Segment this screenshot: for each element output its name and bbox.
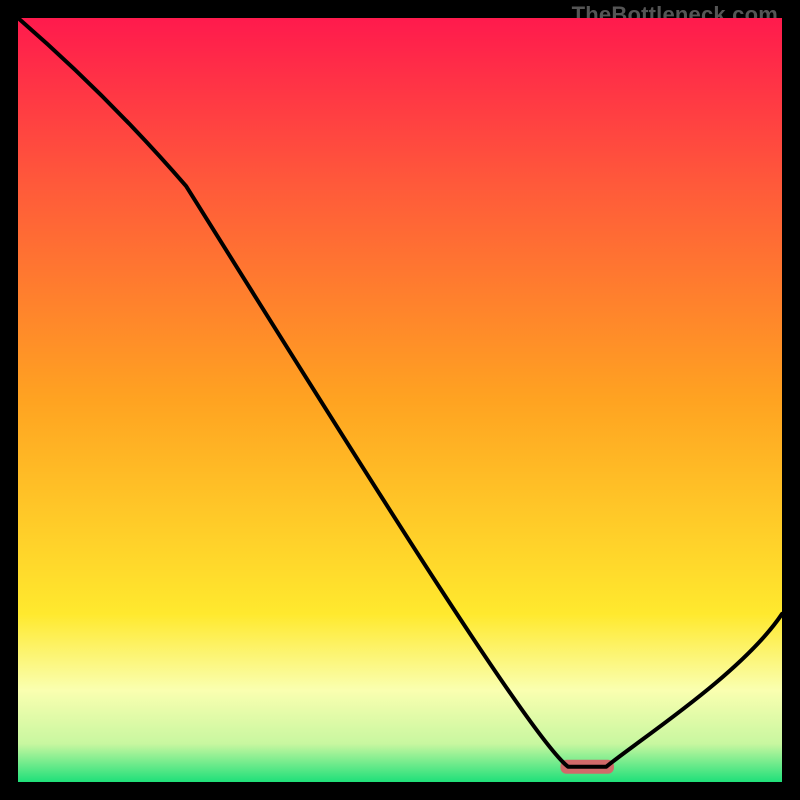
plot-area (18, 18, 782, 782)
bottleneck-curve (18, 18, 782, 767)
chart-overlay (18, 18, 782, 782)
chart-container: TheBottleneck.com (0, 0, 800, 800)
